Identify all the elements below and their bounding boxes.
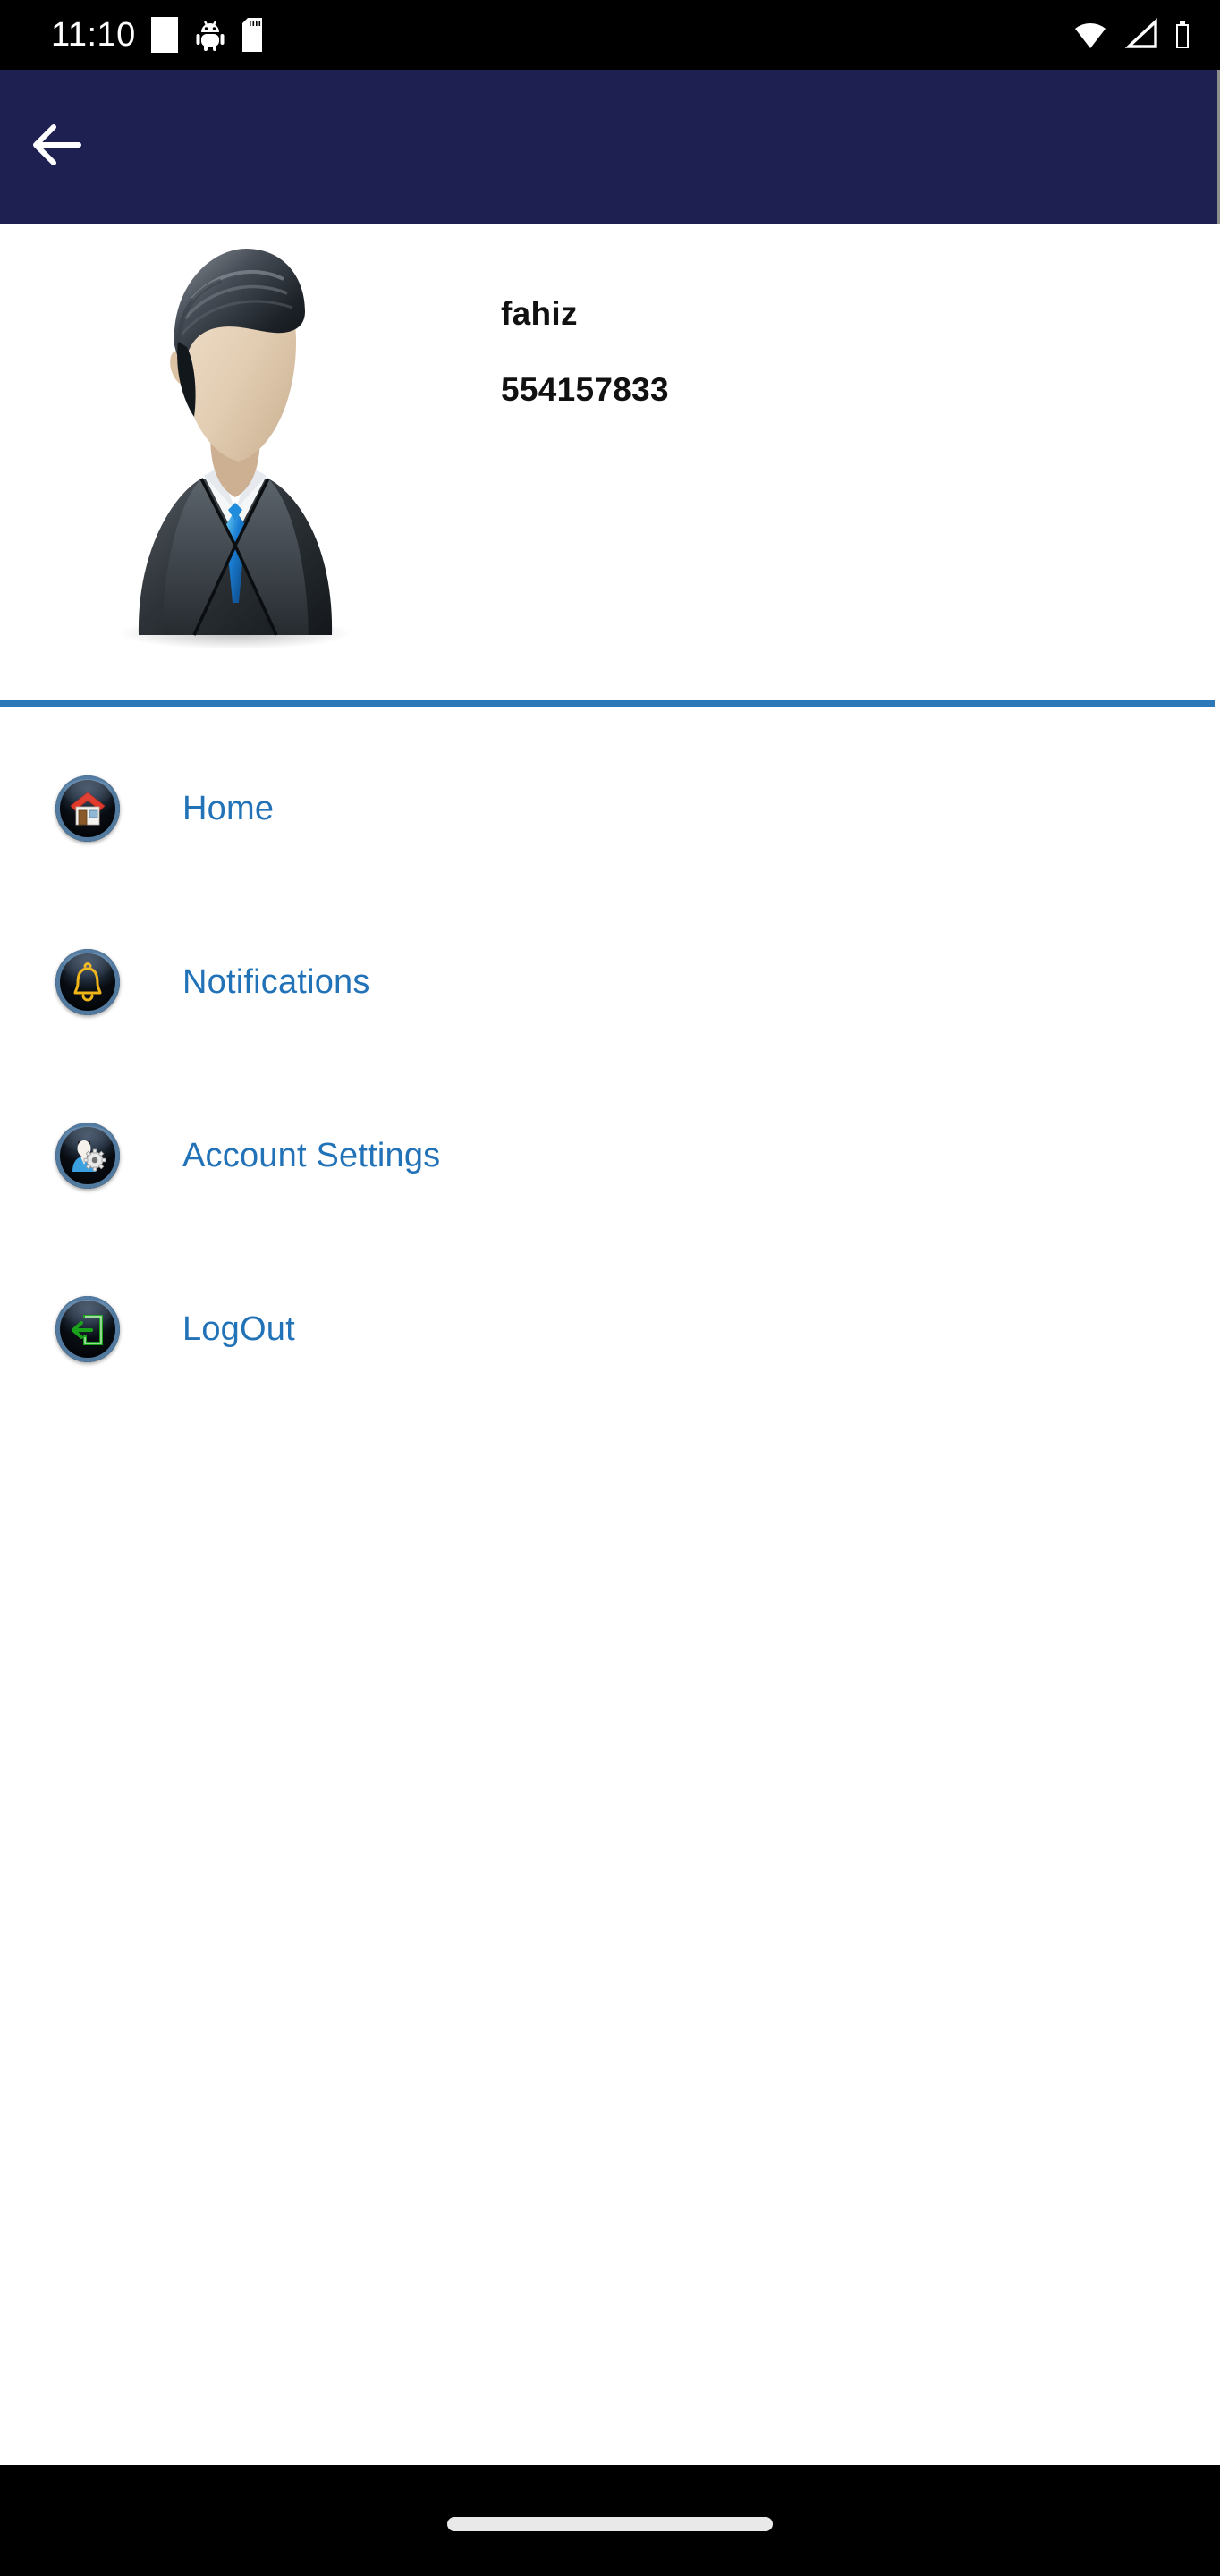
app-bar — [0, 70, 1220, 224]
profile-username: fahiz — [501, 295, 578, 332]
battery-icon — [1175, 21, 1190, 49]
android-bug-icon — [193, 18, 227, 52]
avatar — [63, 242, 402, 671]
menu-item-label: Account Settings — [182, 1136, 441, 1174]
status-bar-left: 11:10 — [51, 17, 262, 53]
menu-item-logout[interactable]: LogOut — [0, 1242, 1220, 1416]
menu-item-label: LogOut — [182, 1309, 295, 1348]
profile-header: fahiz 554157833 — [0, 224, 1220, 702]
user-gear-icon — [68, 1136, 107, 1175]
gesture-pill-handle[interactable] — [447, 2517, 773, 2531]
screenshot-square-icon — [150, 17, 178, 53]
wifi-icon — [1072, 16, 1109, 54]
back-arrow-icon — [23, 109, 95, 185]
menu-item-label: Notifications — [182, 962, 370, 1001]
notifications-badge — [55, 949, 120, 1015]
account-settings-badge — [55, 1123, 120, 1189]
status-bar-clock: 11:10 — [51, 16, 136, 54]
logout-icon — [68, 1309, 107, 1349]
bell-icon — [68, 962, 107, 1002]
home-icon — [68, 789, 107, 828]
sd-card-icon — [241, 18, 262, 52]
back-button[interactable] — [23, 111, 95, 182]
profile-divider — [0, 700, 1215, 707]
logout-badge — [55, 1296, 120, 1362]
menu-item-home[interactable]: Home — [0, 722, 1220, 895]
status-bar: 11:10 — [0, 0, 1220, 70]
status-bar-right — [1072, 16, 1190, 54]
system-nav-bar — [0, 2465, 1220, 2576]
menu-item-label: Home — [182, 789, 275, 827]
cellular-signal-icon — [1123, 16, 1161, 54]
app-screen: 11:10 fahiz 554157833 Home Notifications… — [0, 0, 1220, 2576]
profile-phone: 554157833 — [501, 371, 669, 408]
menu-item-notifications[interactable]: Notifications — [0, 895, 1220, 1069]
drawer-menu: Home Notifications Account Settings LogO… — [0, 722, 1220, 1416]
home-badge — [55, 775, 120, 842]
profile-text: fahiz 554157833 — [501, 297, 669, 406]
menu-item-account-settings[interactable]: Account Settings — [0, 1069, 1220, 1242]
